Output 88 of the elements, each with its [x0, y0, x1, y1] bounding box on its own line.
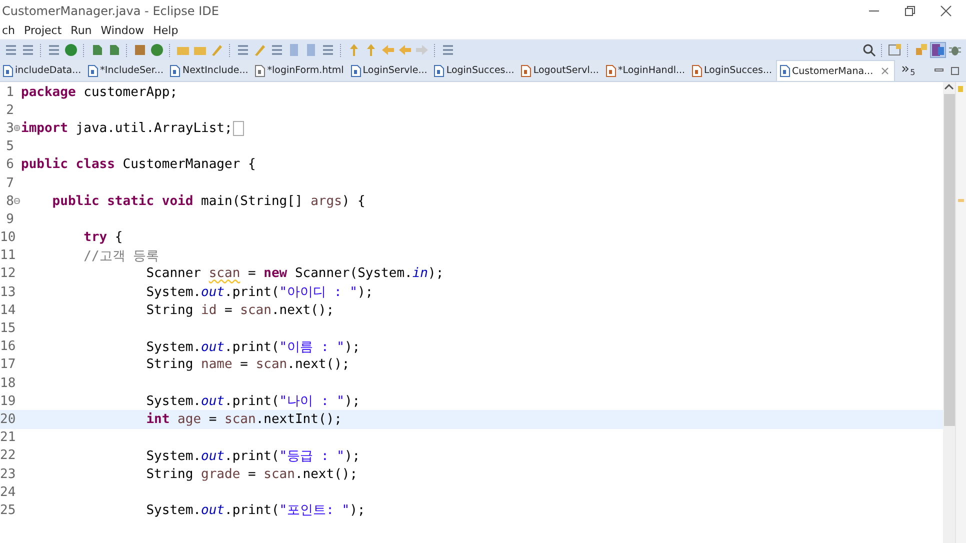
- file-icon: [434, 64, 444, 76]
- line-number: 9: [5, 212, 14, 227]
- code-line: String grade = scan.next();: [145, 466, 358, 482]
- line-number: 25: [0, 502, 14, 518]
- up-tool-icon[interactable]: [364, 43, 378, 57]
- line-number: 24: [0, 484, 14, 500]
- code-line: System.out.print("나이 : ");: [145, 393, 360, 410]
- line-number: 19: [0, 394, 14, 409]
- code-line: System.out.print("등급 : ");: [145, 448, 360, 465]
- maximize-icon[interactable]: [950, 66, 960, 76]
- scroll-up-icon[interactable]: [943, 82, 955, 92]
- scrollbar[interactable]: [943, 82, 955, 543]
- editor-tab[interactable]: *IncludeSer...: [85, 60, 166, 81]
- double-chevron-icon[interactable]: [902, 66, 910, 72]
- line-number: 6: [5, 157, 14, 172]
- line-number: 7: [5, 176, 14, 191]
- line-number: 11: [0, 248, 14, 264]
- line-number: 22: [0, 448, 14, 464]
- line-number: 12: [0, 266, 14, 282]
- code-line: try {: [82, 230, 123, 246]
- editor-tab[interactable]: LoginSucces...: [689, 60, 776, 81]
- code-line: System.out.print("아이디 : ");: [145, 284, 374, 302]
- line-number: 21: [0, 430, 14, 446]
- file-icon: [170, 64, 180, 76]
- fold-collapse-icon[interactable]: [14, 198, 20, 204]
- editor-tab[interactable]: includeData...: [0, 60, 84, 81]
- brush-tool-icon[interactable]: [210, 43, 224, 57]
- file-icon: [780, 65, 790, 77]
- file-icon: [3, 64, 13, 76]
- code-line: public static void main(String[] args) {: [51, 194, 366, 209]
- page-tool-icon[interactable]: [304, 43, 318, 57]
- line-number: 8: [5, 194, 14, 209]
- lines-tool-icon[interactable]: [4, 43, 18, 57]
- menu-item[interactable]: Window: [100, 24, 144, 37]
- line-number: 20: [0, 412, 14, 427]
- code-line: String id = scan.next();: [145, 302, 334, 318]
- code-line: String name = scan.next();: [145, 357, 350, 372]
- editor-tab[interactable]: *LoginHandl...: [602, 60, 688, 81]
- line-number: 5: [5, 139, 14, 154]
- menu-item[interactable]: Help: [153, 24, 178, 37]
- line-number: 18: [0, 376, 14, 391]
- window-title: CustomerManager.java - Eclipse IDE: [2, 4, 219, 18]
- file-icon: [521, 64, 532, 76]
- editor-tab[interactable]: *loginForm.html: [252, 60, 347, 81]
- file-icon: [88, 64, 98, 76]
- file-icon: [350, 64, 361, 76]
- code-line: import java.util.ArrayList;: [21, 120, 232, 136]
- brush2-tool-icon[interactable]: [253, 43, 267, 57]
- menu-item[interactable]: Project: [24, 24, 62, 37]
- restore-icon[interactable]: [904, 5, 916, 17]
- menu-item[interactable]: Run: [70, 24, 92, 37]
- search-icon[interactable]: [862, 43, 876, 57]
- line-number: 10: [0, 230, 14, 246]
- editor-tab[interactable]: LoginSucces...: [431, 60, 518, 81]
- code-line: System.out.print("포인트: ");: [145, 502, 366, 520]
- line-number: 14: [0, 302, 14, 318]
- line-number: 23: [0, 466, 14, 482]
- line-number: 3: [5, 120, 14, 136]
- warning-marker-icon[interactable]: [958, 199, 964, 202]
- line-number: 15: [0, 321, 14, 336]
- line-number: 17: [0, 357, 14, 372]
- folded-code-marker[interactable]: [233, 120, 244, 136]
- editor-tab[interactable]: LoginServle...: [348, 60, 430, 81]
- line-number: 13: [0, 284, 14, 300]
- code-line: //고객 등록: [82, 248, 160, 265]
- file-icon: [255, 64, 266, 76]
- run-tool-icon[interactable]: [64, 43, 78, 57]
- scroll-thumb[interactable]: [944, 94, 954, 426]
- editor-tab[interactable]: CustomerMana...: [776, 60, 896, 81]
- tab-overflow-count[interactable]: 5: [910, 66, 916, 78]
- warning-marker-icon[interactable]: [958, 86, 963, 92]
- menu-item[interactable]: ch: [2, 24, 16, 37]
- code-line: package customerApp;: [21, 84, 178, 100]
- code-line: Scanner scan = new Scanner(System.in);: [145, 266, 444, 282]
- code-line: public class CustomerManager {: [21, 157, 256, 172]
- file-icon: [606, 64, 616, 76]
- line-number: 2: [5, 102, 14, 118]
- line-number: 16: [0, 339, 14, 354]
- close-icon[interactable]: [881, 67, 890, 75]
- open-perspective-icon[interactable]: [888, 43, 902, 57]
- line-number: 1: [5, 84, 14, 100]
- fold-expand-icon[interactable]: [14, 125, 20, 132]
- code-line: int age = scan.nextInt();: [145, 412, 342, 427]
- code-line: System.out.print("이름 : ");: [145, 338, 360, 356]
- editor-tab[interactable]: LogoutServl...: [518, 60, 602, 81]
- file-icon: [692, 64, 702, 76]
- editor-tab[interactable]: NextInclude...: [167, 60, 252, 81]
- close-icon[interactable]: [940, 5, 952, 17]
